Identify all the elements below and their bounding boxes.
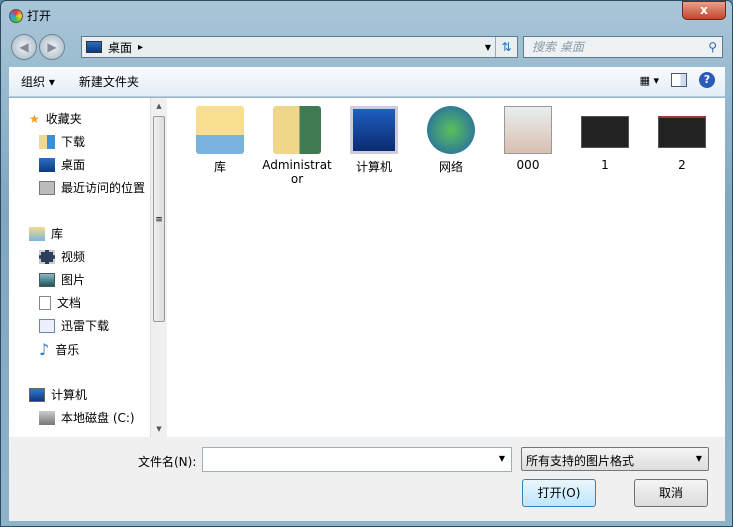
label: 收藏夹 xyxy=(45,112,82,126)
sidebar-item-videos[interactable]: 视频 xyxy=(39,248,85,265)
search-placeholder: 搜索 桌面 xyxy=(532,40,584,54)
refresh-button[interactable]: ⇅ xyxy=(495,37,517,57)
file-item-administrator[interactable]: Administrator xyxy=(262,106,332,186)
pictures-icon xyxy=(39,272,55,287)
network-icon xyxy=(427,106,475,154)
filetype-value: 所有支持的图片格式 xyxy=(526,454,635,468)
file-label: 库 xyxy=(213,160,226,174)
file-label: 网络 xyxy=(438,160,463,174)
desktop-icon xyxy=(39,157,55,172)
file-item-network[interactable]: 网络 xyxy=(416,106,486,175)
file-item-1[interactable]: 1 xyxy=(570,106,640,172)
sidebar-scrollbar[interactable]: ▲ ≡ ▼ xyxy=(150,98,167,437)
xunlei-download-icon xyxy=(39,318,55,333)
file-label: 2 xyxy=(678,158,686,172)
library-icon xyxy=(29,226,45,241)
recent-places-icon xyxy=(39,180,55,195)
library-folder-icon xyxy=(196,106,244,154)
sidebar-item-music[interactable]: ♪ 音乐 xyxy=(39,340,79,359)
label: 文档 xyxy=(57,296,82,310)
open-button[interactable]: 打开(O) xyxy=(522,479,596,507)
sidebar-item-desktop[interactable]: 桌面 xyxy=(39,156,85,173)
image-thumbnail xyxy=(581,116,629,148)
user-folder-icon xyxy=(273,106,321,154)
toolbar: 组织 ▾ 新建文件夹 ▦ ▾? xyxy=(9,67,725,97)
desktop-icon xyxy=(86,41,102,53)
search-input[interactable]: 搜索 桌面 ⚲ xyxy=(523,36,723,58)
sidebar-item-xunlei[interactable]: 迅雷下载 xyxy=(39,317,109,334)
file-label: Administrator xyxy=(262,158,332,186)
filename-dropdown-icon[interactable]: ▼ xyxy=(499,454,505,463)
label: 桌面 xyxy=(61,158,86,172)
new-folder-button[interactable]: 新建文件夹 xyxy=(67,73,151,90)
image-thumbnail xyxy=(658,116,706,148)
label: 计算机 xyxy=(51,388,88,402)
file-item-000[interactable]: 000 xyxy=(493,106,563,172)
organize-button[interactable]: 组织 ▾ xyxy=(9,73,67,90)
label: 迅雷下载 xyxy=(61,319,110,333)
star-icon: ★ xyxy=(29,111,40,126)
forward-button[interactable]: ▶ xyxy=(39,34,65,60)
filename-input[interactable]: ▼ xyxy=(202,447,512,472)
music-icon: ♪ xyxy=(39,340,50,359)
sidebar-item-libraries[interactable]: 库 xyxy=(29,225,63,242)
address-dropdown-icon[interactable]: ▼ xyxy=(485,43,491,52)
computer-icon xyxy=(29,387,45,402)
computer-icon xyxy=(350,106,398,154)
file-label: 1 xyxy=(601,158,609,172)
label: 最近访问的位置 xyxy=(61,181,146,195)
image-thumbnail xyxy=(504,106,552,154)
label: 本地磁盘 (C:) xyxy=(61,411,135,425)
scrollbar-thumb[interactable]: ≡ xyxy=(153,116,165,322)
label: 视频 xyxy=(61,250,86,264)
sidebar-item-pictures[interactable]: 图片 xyxy=(39,271,85,288)
filetype-select[interactable]: 所有支持的图片格式 ▼ xyxy=(521,447,709,471)
sidebar-item-favorites[interactable]: ★ 收藏夹 xyxy=(29,110,82,127)
file-item-computer[interactable]: 计算机 xyxy=(339,106,409,175)
window-title: 打开 xyxy=(27,9,52,23)
sidebar-item-documents[interactable]: 文档 xyxy=(39,294,81,311)
title-bar: 打开 xyxy=(9,7,51,24)
help-icon[interactable]: ? xyxy=(699,72,715,88)
disk-icon xyxy=(39,410,55,425)
scroll-up-arrow[interactable]: ▲ xyxy=(151,102,167,110)
document-icon xyxy=(39,295,51,310)
address-location[interactable]: 桌面 xyxy=(108,39,132,56)
app-icon xyxy=(9,8,23,23)
file-item-library[interactable]: 库 xyxy=(185,106,255,175)
sidebar-item-recent[interactable]: 最近访问的位置 xyxy=(39,179,145,196)
file-item-2[interactable]: 2 xyxy=(647,106,717,172)
bottom-panel: 文件名(N): ▼ 所有支持的图片格式 ▼ 打开(O) 取消 xyxy=(9,437,725,521)
back-button[interactable]: ◀ xyxy=(11,34,37,60)
address-bar[interactable]: 桌面 ▸ ▼ ⇅ xyxy=(81,36,518,58)
sidebar-item-downloads[interactable]: 下载 xyxy=(39,133,85,150)
content-pane: ★ 收藏夹 下载 桌面 最近访问的位置 库 视频 图片 文档 迅雷下载 ♪ 音乐 计… xyxy=(9,98,725,437)
label: 图片 xyxy=(61,273,86,287)
search-icon[interactable]: ⚲ xyxy=(708,37,717,57)
navigation-pane: ★ 收藏夹 下载 桌面 最近访问的位置 库 视频 图片 文档 迅雷下载 ♪ 音乐 计… xyxy=(9,98,167,437)
view-options-icon[interactable]: ▦ ▾ xyxy=(640,74,659,87)
sidebar-item-local-disk[interactable]: 本地磁盘 (C:) xyxy=(39,409,135,426)
downloads-icon xyxy=(39,134,55,149)
open-dialog: 打开 x ◀ ▶ 桌面 ▸ ▼ ⇅ 搜索 桌面 ⚲ 组织 ▾ 新建文件夹 ▦ ▾? ★ 收藏… xyxy=(0,0,733,527)
label: 库 xyxy=(51,227,64,241)
chevron-down-icon: ▼ xyxy=(695,454,702,463)
preview-pane-icon[interactable] xyxy=(671,73,687,87)
sidebar-item-computer[interactable]: 计算机 xyxy=(29,386,87,403)
video-icon xyxy=(39,249,55,264)
label: 音乐 xyxy=(55,343,80,357)
cancel-button[interactable]: 取消 xyxy=(634,479,708,507)
file-label: 000 xyxy=(516,158,540,172)
label: 下载 xyxy=(61,135,86,149)
close-button[interactable]: x xyxy=(682,1,726,20)
file-label: 计算机 xyxy=(355,160,392,174)
scroll-down-arrow[interactable]: ▼ xyxy=(151,425,167,433)
breadcrumb-arrow[interactable]: ▸ xyxy=(138,42,143,53)
filename-label: 文件名(N): xyxy=(138,455,197,469)
